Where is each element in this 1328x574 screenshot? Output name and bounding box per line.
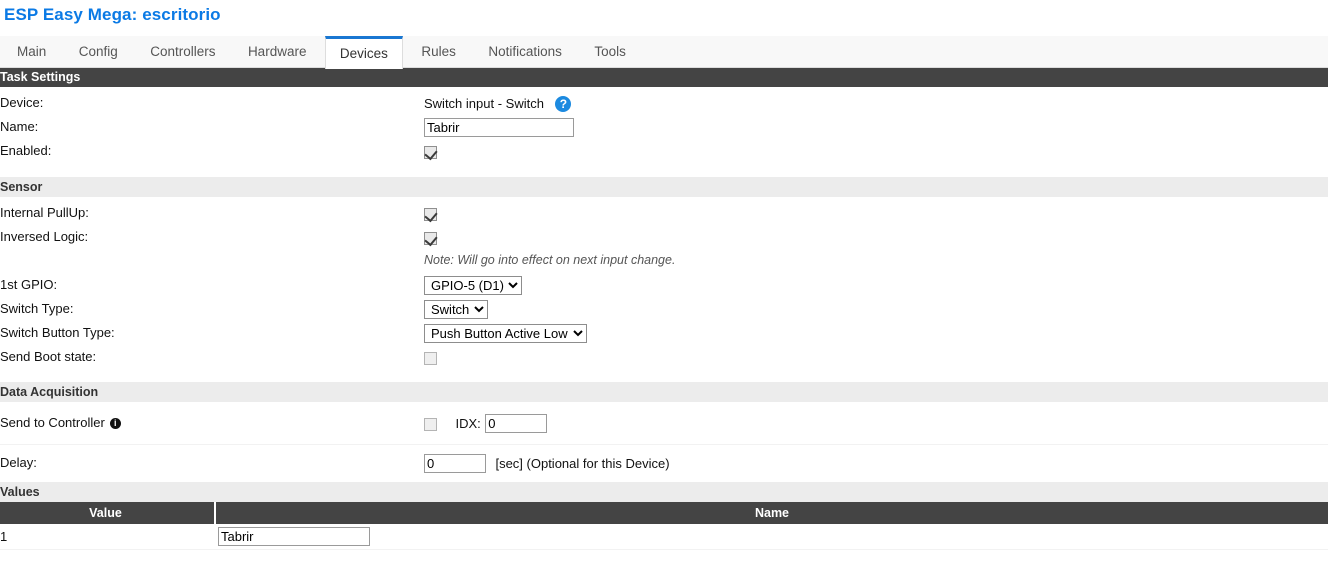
tab-tools[interactable]: Tools: [580, 36, 640, 68]
value-index-cell: 1: [0, 524, 215, 550]
switch-button-type-field-wrap: Push Button Active Low: [424, 321, 587, 343]
section-header-values: Values: [0, 482, 1328, 502]
inversed-logic-note: Note: Will go into effect on next input …: [424, 253, 676, 267]
inversed-logic-label: Inversed Logic:: [0, 229, 89, 244]
row-delay: Delay: [sec] (Optional for this Device): [0, 445, 1328, 479]
inversed-logic-checkbox[interactable]: [424, 232, 437, 245]
send-to-controller-field-wrap: IDX:: [424, 411, 548, 433]
send-to-controller-label-wrap: Send to Controller i: [0, 415, 121, 430]
info-icon[interactable]: i: [109, 418, 121, 429]
page-title: ESP Easy Mega: escritorio: [4, 5, 221, 24]
internal-pullup-field-wrap: [424, 201, 437, 221]
row-name: Name:: [0, 115, 1328, 139]
gpio-label: 1st GPIO:: [0, 277, 58, 292]
internal-pullup-checkbox[interactable]: [424, 208, 437, 221]
internal-pullup-label: Internal PullUp:: [0, 205, 89, 220]
tab-hardware[interactable]: Hardware: [234, 36, 321, 68]
idx-label: IDX:: [455, 416, 481, 431]
send-boot-state-checkbox[interactable]: [424, 352, 437, 365]
row-internal-pullup: Internal PullUp:: [0, 201, 1328, 225]
send-to-controller-checkbox[interactable]: [424, 418, 437, 431]
section-header-sensor: Sensor: [0, 177, 1328, 197]
switch-button-type-select[interactable]: Push Button Active Low: [424, 324, 587, 343]
row-enabled: Enabled:: [0, 139, 1328, 163]
table-row: 1: [0, 524, 1328, 550]
name-input[interactable]: [424, 118, 574, 137]
row-device: Device: Switch input - Switch ?: [0, 91, 1328, 115]
row-gpio: 1st GPIO: GPIO-5 (D1): [0, 273, 1328, 297]
section-header-data-acquisition: Data Acquisition: [0, 382, 1328, 402]
row-inversed-logic: Inversed Logic:: [0, 225, 1328, 249]
send-to-controller-label: Send to Controller: [0, 415, 105, 430]
gpio-field-wrap: GPIO-5 (D1): [424, 273, 522, 295]
delay-suffix: [sec] (Optional for this Device): [495, 456, 670, 471]
switch-type-field-wrap: Switch: [424, 297, 488, 319]
tab-main[interactable]: Main: [3, 36, 60, 68]
enabled-label: Enabled:: [0, 143, 52, 158]
switch-type-select[interactable]: Switch: [424, 300, 488, 319]
value-name-cell: [215, 524, 1328, 550]
inversed-logic-field-wrap: [424, 225, 437, 245]
enabled-checkbox[interactable]: [424, 146, 437, 159]
tab-devices[interactable]: Devices: [324, 36, 403, 69]
question-mark-icon[interactable]: ?: [555, 96, 572, 112]
delay-input[interactable]: [424, 454, 486, 473]
device-value: Switch input - Switch: [424, 96, 544, 111]
idx-input[interactable]: [485, 414, 548, 433]
name-label: Name:: [0, 119, 39, 134]
switch-type-label: Switch Type:: [0, 301, 74, 316]
tab-config[interactable]: Config: [65, 36, 132, 68]
row-switch-button-type: Switch Button Type: Push Button Active L…: [0, 321, 1328, 345]
switch-button-type-label: Switch Button Type:: [0, 325, 115, 340]
delay-label: Delay:: [0, 455, 37, 470]
tab-controllers[interactable]: Controllers: [136, 36, 229, 68]
values-table: Value Name 1: [0, 502, 1328, 550]
section-header-task-settings: Task Settings: [0, 68, 1328, 87]
enabled-field-wrap: [424, 139, 437, 159]
send-boot-state-label: Send Boot state:: [0, 349, 97, 364]
tab-notifications[interactable]: Notifications: [474, 36, 576, 68]
tab-rules[interactable]: Rules: [407, 36, 470, 68]
row-inversed-logic-note: Note: Will go into effect on next input …: [0, 249, 1328, 273]
send-boot-state-field-wrap: [424, 345, 437, 365]
delay-field-wrap: [sec] (Optional for this Device): [424, 451, 670, 473]
main-tab-bar: Main Config Controllers Hardware Devices…: [0, 36, 1328, 69]
device-label: Device:: [0, 95, 44, 110]
values-column-header-name: Name: [215, 502, 1328, 524]
values-table-header-row: Value Name: [0, 502, 1328, 524]
page-root: ESP Easy Mega: escritorio Main Config Co…: [0, 0, 1328, 574]
row-send-boot-state: Send Boot state:: [0, 345, 1328, 369]
values-column-header-value: Value: [0, 502, 216, 524]
value-name-input[interactable]: [218, 526, 370, 546]
device-value-wrap: Switch input - Switch ?: [424, 91, 572, 112]
name-field-wrap: [424, 115, 574, 137]
row-send-to-controller: Send to Controller i IDX:: [0, 411, 1328, 445]
row-switch-type: Switch Type: Switch: [0, 297, 1328, 321]
page-header: ESP Easy Mega: escritorio: [0, 0, 1328, 36]
gpio-select[interactable]: GPIO-5 (D1): [424, 276, 522, 295]
